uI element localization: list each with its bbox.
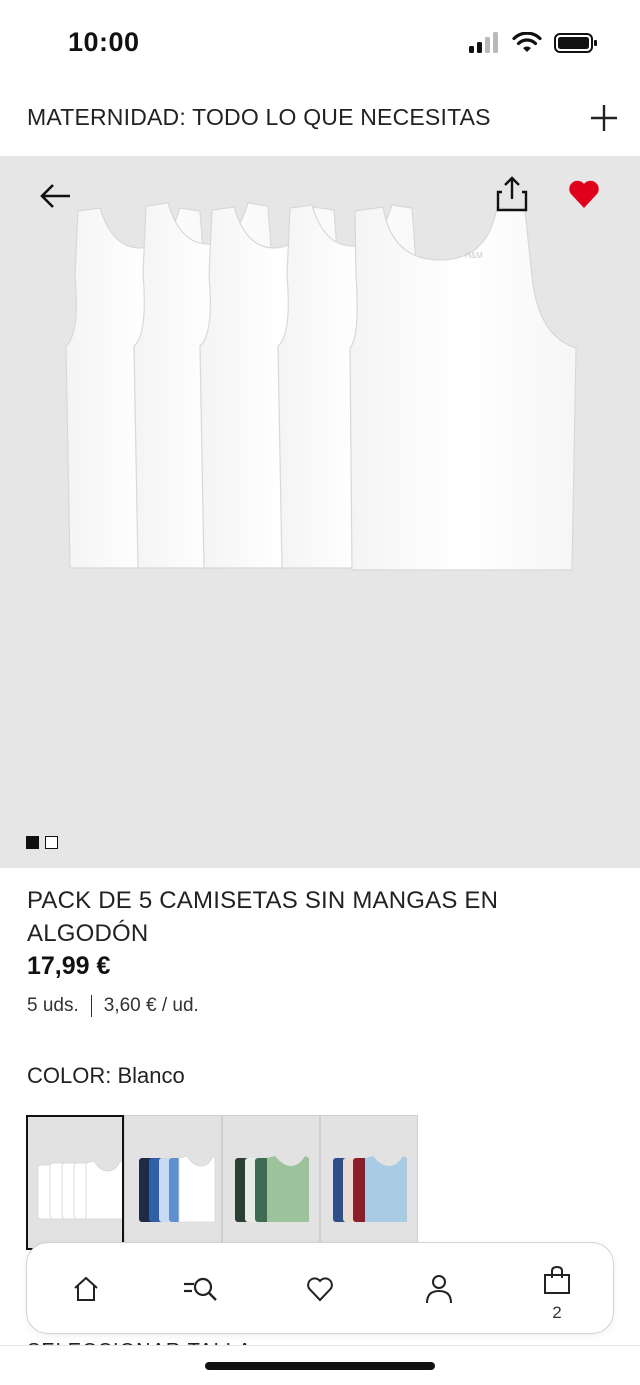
bag-icon [544, 1265, 570, 1294]
nav-bag[interactable]: 2 [517, 1243, 597, 1335]
product-image-gallery[interactable]: H&M [0, 156, 640, 868]
wifi-icon [512, 32, 542, 52]
unit-info: 5 uds. 3,60 € / ud. [27, 995, 617, 1017]
status-time: 10:00 [68, 27, 140, 57]
share-icon[interactable] [494, 174, 530, 214]
unit-divider [90, 995, 92, 1017]
account-icon [426, 1275, 452, 1304]
battery-icon [554, 33, 597, 53]
bag-count: 2 [552, 1303, 562, 1322]
search-icon [184, 1277, 217, 1301]
pager-dot-1[interactable] [26, 836, 39, 849]
home-icon [74, 1276, 98, 1301]
bottom-nav: 2 [26, 1242, 614, 1334]
nav-search[interactable] [162, 1243, 242, 1335]
swatch-white[interactable] [26, 1115, 124, 1250]
promo-banner[interactable]: MATERNIDAD: TODO LO QUE NECESITAS [0, 84, 640, 156]
product-image: H&M [65, 202, 577, 571]
heart-icon[interactable] [566, 176, 602, 212]
nav-account[interactable] [399, 1243, 479, 1335]
swatch-red-blue[interactable] [320, 1115, 418, 1250]
status-icons [468, 30, 598, 56]
heart-outline-icon [307, 1277, 333, 1302]
color-label: COLOR: [27, 1063, 112, 1088]
pager-dot-2[interactable] [45, 836, 58, 849]
unit-price: 3,60 € / ud. [103, 995, 199, 1016]
product-title: PACK DE 5 CAMISETAS SIN MANGAS EN ALGODÓ… [27, 887, 499, 947]
nav-home[interactable] [46, 1243, 126, 1335]
plus-icon[interactable] [586, 100, 622, 136]
color-label-row: COLOR: Blanco [27, 1063, 185, 1089]
swatch-blue-white[interactable] [124, 1115, 222, 1250]
nav-favorites[interactable] [280, 1243, 360, 1335]
image-pager[interactable] [26, 836, 58, 849]
home-indicator [205, 1362, 435, 1370]
product-info: PACK DE 5 CAMISETAS SIN MANGAS EN ALGODÓ… [27, 884, 617, 1017]
product-price: 17,99 € [27, 952, 111, 980]
swatch-green[interactable] [222, 1115, 320, 1250]
signal-icon [469, 32, 498, 53]
color-swatches [26, 1115, 418, 1250]
color-value: Blanco [117, 1063, 185, 1088]
status-bar: 10:00 [0, 0, 640, 84]
svg-text:H&M: H&M [465, 251, 483, 260]
units-count: 5 uds. [27, 995, 79, 1016]
promo-text: MATERNIDAD: TODO LO QUE NECESITAS [27, 104, 491, 130]
back-arrow-icon[interactable] [36, 176, 76, 216]
